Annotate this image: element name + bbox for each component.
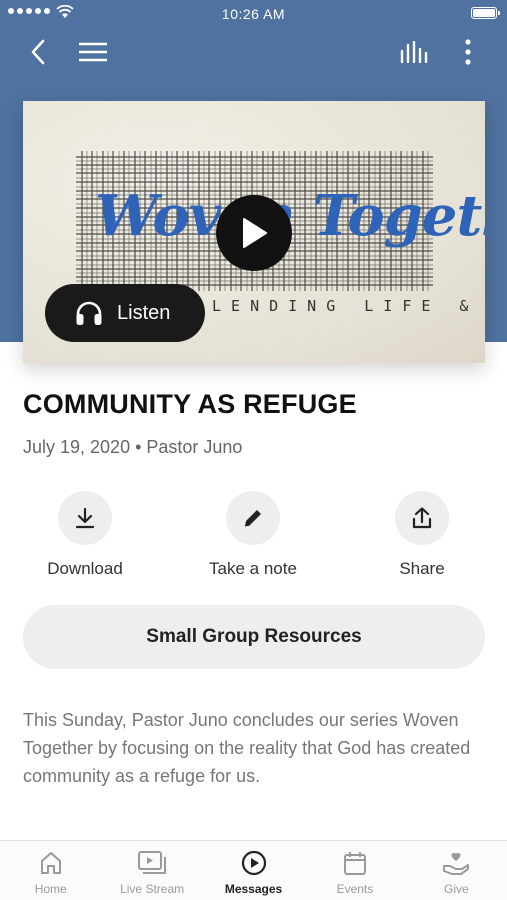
tab-messages[interactable]: Messages — [203, 841, 304, 900]
tab-live-stream[interactable]: Live Stream — [101, 841, 202, 900]
listen-label: Listen — [117, 301, 171, 324]
share-icon — [412, 507, 432, 529]
tab-home-label: Home — [34, 882, 67, 896]
play-button[interactable] — [216, 195, 292, 271]
play-circle-icon — [241, 850, 266, 876]
tab-messages-label: Messages — [224, 882, 283, 896]
headphones-icon — [76, 301, 102, 325]
take-note-label: Take a note — [209, 559, 297, 578]
live-stream-icon — [138, 851, 167, 874]
listen-button[interactable]: Listen — [45, 284, 205, 342]
more-options-button[interactable] — [452, 36, 484, 68]
vertical-dots-icon — [465, 39, 471, 65]
stats-button[interactable] — [398, 36, 430, 68]
take-note-action[interactable]: Take a note — [188, 491, 318, 579]
sermon-title: COMMUNITY AS REFUGE — [23, 389, 357, 419]
chevron-left-icon — [31, 39, 45, 65]
artwork-subtitle: BLENDING LIFE & FAITH — [193, 297, 485, 315]
tab-give-label: Give — [443, 882, 469, 896]
battery-icon — [471, 7, 500, 19]
back-button[interactable] — [22, 36, 54, 68]
tab-give[interactable]: Give — [406, 841, 507, 900]
give-hand-heart-icon — [443, 852, 470, 875]
home-icon — [40, 852, 61, 874]
pencil-icon — [244, 510, 261, 527]
status-bar: 10:26 AM — [0, 0, 507, 28]
tab-live-stream-label: Live Stream — [120, 882, 185, 896]
tab-home[interactable]: Home — [0, 841, 101, 900]
download-button[interactable] — [58, 491, 112, 545]
hamburger-icon — [79, 42, 107, 62]
sermon-detail-screen: 10:26 AM Woven Together BLENDING LIFE & … — [0, 0, 507, 900]
take-note-button[interactable] — [226, 491, 280, 545]
small-group-resources-button[interactable]: Small Group Resources — [23, 605, 485, 669]
calendar-icon — [343, 852, 366, 875]
tab-events-label: Events — [336, 882, 374, 896]
sermon-artwork[interactable]: Woven Together BLENDING LIFE & FAITH Lis… — [23, 101, 485, 363]
download-action[interactable]: Download — [20, 491, 150, 579]
status-time: 10:26 AM — [221, 6, 286, 22]
download-label: Download — [47, 559, 123, 578]
share-button[interactable] — [395, 491, 449, 545]
sermon-description: This Sunday, Pastor Juno concludes our s… — [23, 710, 471, 786]
bottom-tab-bar: Home Live Stream Messages Events Give — [0, 840, 507, 900]
menu-button[interactable] — [77, 36, 109, 68]
sermon-date-speaker: July 19, 2020 • Pastor Juno — [23, 437, 243, 457]
bar-chart-icon — [400, 41, 428, 63]
share-label: Share — [399, 559, 445, 578]
play-icon — [243, 218, 267, 248]
share-action[interactable]: Share — [357, 491, 487, 579]
tab-events[interactable]: Events — [304, 841, 405, 900]
download-icon — [75, 507, 95, 529]
